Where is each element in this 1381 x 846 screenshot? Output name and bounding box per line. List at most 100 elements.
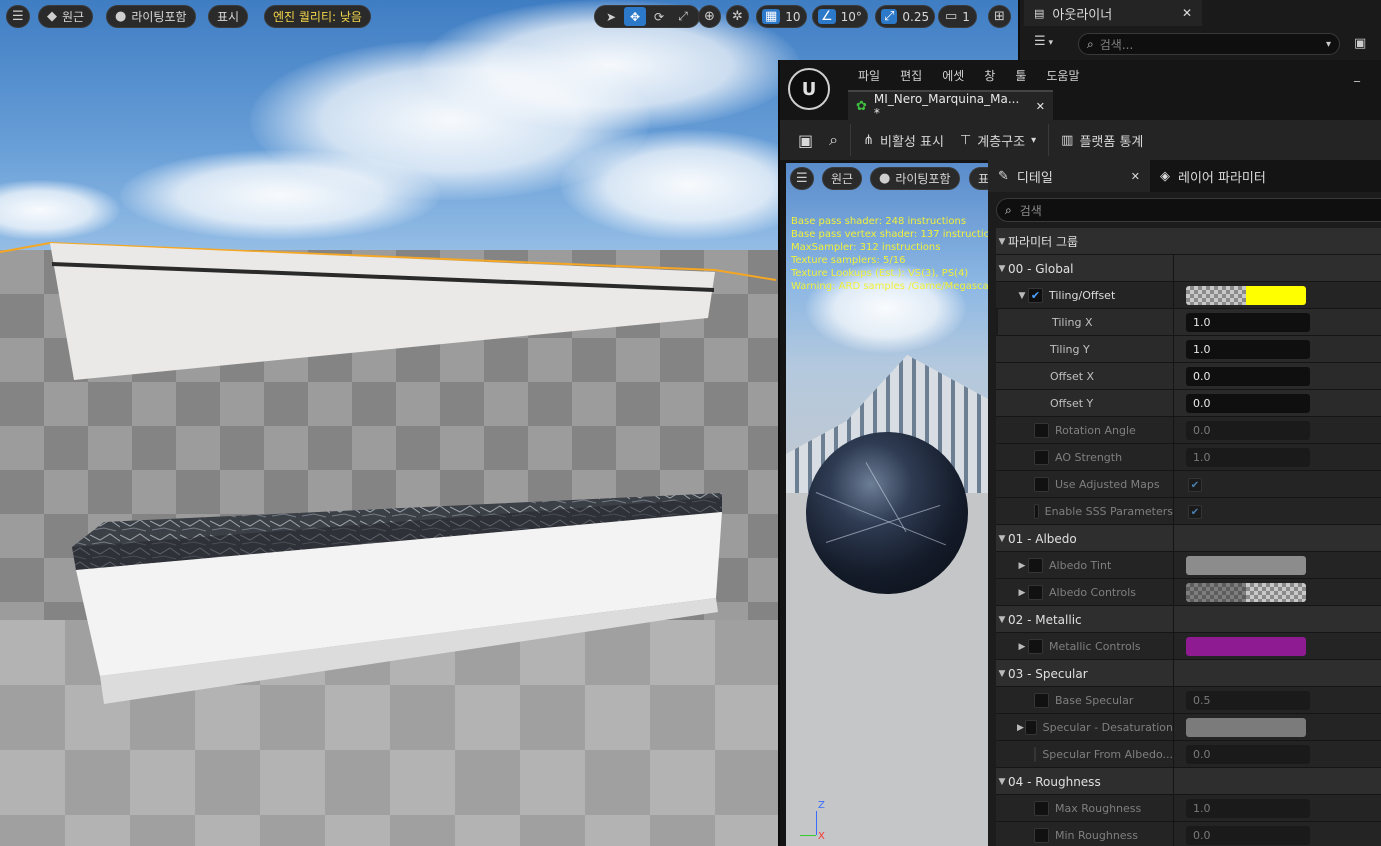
material-preview-viewport[interactable]: Base pass shader: 248 instructions Base … bbox=[786, 163, 988, 846]
group-global[interactable]: ▼ 00 - Global bbox=[996, 255, 1381, 282]
minimize-icon[interactable]: _ bbox=[1354, 68, 1360, 82]
close-icon[interactable]: ✕ bbox=[1036, 100, 1045, 113]
chevron-right-icon[interactable]: ▶ bbox=[1016, 642, 1028, 652]
override-checkbox[interactable] bbox=[1034, 504, 1039, 519]
override-checkbox[interactable] bbox=[1034, 801, 1049, 816]
move-tool-icon[interactable]: ✥ bbox=[624, 7, 646, 26]
engine-quality-button[interactable]: 엔진 퀄리티: 낮음 bbox=[264, 5, 371, 28]
override-checkbox[interactable] bbox=[1028, 585, 1043, 600]
outliner-tab[interactable]: ▤ 아웃라이너 ✕ bbox=[1024, 0, 1202, 26]
outliner-icon: ▤ bbox=[1034, 6, 1045, 20]
browse-button[interactable]: ⌕ bbox=[821, 120, 846, 160]
close-icon[interactable]: ✕ bbox=[1131, 170, 1140, 183]
preview-perspective-button[interactable]: 원근 bbox=[822, 167, 863, 190]
outliner-search-input[interactable]: 검색... bbox=[1100, 36, 1134, 53]
chevron-down-icon: ▼ bbox=[998, 533, 1006, 544]
chevron-down-icon[interactable]: ▼ bbox=[1016, 291, 1028, 301]
rotation-snap-button[interactable]: ∠ 10° bbox=[812, 5, 868, 28]
close-icon[interactable]: ✕ bbox=[1182, 6, 1192, 20]
override-checkbox[interactable] bbox=[1028, 639, 1043, 654]
document-tab[interactable]: ✿ MI_Nero_Marquina_Ma... * ✕ bbox=[848, 90, 1053, 120]
chevron-right-icon[interactable]: ▶ bbox=[1016, 561, 1028, 571]
show-button[interactable]: 표시 bbox=[208, 5, 249, 28]
ao-strength-input[interactable]: 1.0 bbox=[1186, 448, 1310, 467]
min-roughness-input[interactable]: 0.0 bbox=[1186, 826, 1310, 845]
param-use-adjusted-maps: Use Adjusted Maps ✔ bbox=[996, 471, 1381, 498]
override-checkbox[interactable] bbox=[1024, 720, 1037, 735]
albedo-controls-swatch[interactable] bbox=[1186, 583, 1306, 602]
override-checkbox[interactable] bbox=[1028, 558, 1043, 573]
tiling-offset-swatch[interactable] bbox=[1186, 286, 1306, 305]
viewport-layout-button[interactable]: ⊞ bbox=[988, 5, 1011, 28]
editor-toolbar: ▣ ⌕ ⋔ 비활성 표시 ⊤ 계층구조 ▾ ▥ 플랫폼 통계 bbox=[780, 120, 1381, 160]
chevron-down-icon: ▾ bbox=[1045, 38, 1054, 48]
chevron-down-icon: ▾ bbox=[1031, 134, 1037, 146]
surface-snap-button[interactable]: ✲ bbox=[726, 5, 749, 28]
menu-window[interactable]: 창 bbox=[974, 67, 1005, 84]
material-instance-icon: ✿ bbox=[856, 98, 867, 114]
specular-desaturation-swatch[interactable] bbox=[1186, 718, 1306, 737]
rotation-angle-input[interactable]: 0.0 bbox=[1186, 421, 1310, 440]
group-roughness[interactable]: ▼ 04 - Roughness bbox=[996, 768, 1381, 795]
preview-show-button[interactable]: 표 bbox=[969, 167, 988, 190]
menu-asset[interactable]: 에셋 bbox=[932, 67, 974, 84]
details-search-input[interactable]: 검색 bbox=[1020, 202, 1042, 219]
tab-layer-parameters[interactable]: ◈ 레이어 파라미터 bbox=[1150, 160, 1276, 192]
override-checkbox[interactable] bbox=[1034, 477, 1049, 492]
menu-file[interactable]: 파일 bbox=[848, 67, 890, 84]
toolbar-separator bbox=[850, 124, 852, 156]
chevron-down-icon: ▼ bbox=[998, 263, 1006, 274]
rotate-tool-icon[interactable]: ⟳ bbox=[648, 7, 670, 26]
albedo-tint-swatch[interactable] bbox=[1186, 556, 1306, 575]
add-folder-icon[interactable]: ▣ bbox=[1354, 36, 1366, 51]
upper-cabinet[interactable] bbox=[50, 243, 715, 380]
lighting-mode-button[interactable]: ● 라이팅포함 bbox=[106, 5, 196, 28]
search-icon: ⌕ bbox=[1087, 36, 1094, 51]
tiling-x-input[interactable]: 1.0 bbox=[1186, 313, 1310, 332]
menu-edit[interactable]: 편집 bbox=[890, 67, 932, 84]
perspective-button[interactable]: ◆ 원근 bbox=[38, 5, 94, 28]
value-checkbox[interactable]: ✔ bbox=[1188, 505, 1202, 519]
offset-x-input[interactable]: 0.0 bbox=[1186, 367, 1310, 386]
details-search-box[interactable]: ⌕ 검색 bbox=[996, 198, 1381, 222]
parameter-groups-header[interactable]: ▼ 파라미터 그룹 bbox=[996, 228, 1381, 255]
grid-snap-button[interactable]: ▦ 10 bbox=[756, 5, 807, 28]
chevron-right-icon[interactable]: ▶ bbox=[1016, 723, 1025, 733]
select-tool-icon[interactable]: ➤ bbox=[600, 7, 622, 26]
override-checkbox[interactable] bbox=[1034, 423, 1049, 438]
outliner-filter-button[interactable]: ☰ ▾ bbox=[1034, 34, 1053, 49]
tiling-y-input[interactable]: 1.0 bbox=[1186, 340, 1310, 359]
override-checkbox[interactable] bbox=[1034, 828, 1049, 843]
param-max-roughness: Max Roughness 1.0 bbox=[996, 795, 1381, 822]
world-local-button[interactable]: ⊕ bbox=[698, 5, 721, 28]
override-checkbox[interactable] bbox=[1034, 450, 1049, 465]
tab-details[interactable]: ✎ 디테일 ✕ bbox=[988, 160, 1150, 192]
scale-snap-button[interactable]: ⤢ 0.25 bbox=[875, 5, 936, 28]
offset-y-input[interactable]: 0.0 bbox=[1186, 394, 1310, 413]
max-roughness-input[interactable]: 1.0 bbox=[1186, 799, 1310, 818]
save-button[interactable]: ▣ bbox=[780, 120, 821, 160]
outliner-search-box[interactable]: ⌕ 검색... ▾ bbox=[1078, 33, 1340, 55]
menu-help[interactable]: 도움말 bbox=[1036, 67, 1089, 84]
axis-x-label: X bbox=[818, 831, 825, 842]
specular-from-albedo-input[interactable]: 0.0 bbox=[1186, 745, 1310, 764]
base-specular-input[interactable]: 0.5 bbox=[1186, 691, 1310, 710]
preview-menu-button[interactable]: ☰ bbox=[790, 167, 814, 190]
override-checkbox[interactable] bbox=[1034, 747, 1037, 762]
hierarchy-button[interactable]: ⊤ 계층구조 ▾ bbox=[952, 120, 1044, 160]
preview-lighting-button[interactable]: ● 라이팅포함 bbox=[870, 167, 960, 190]
chevron-right-icon[interactable]: ▶ bbox=[1016, 588, 1028, 598]
hide-inactive-button[interactable]: ⋔ 비활성 표시 bbox=[855, 120, 952, 160]
group-albedo[interactable]: ▼ 01 - Albedo bbox=[996, 525, 1381, 552]
menu-tools[interactable]: 툴 bbox=[1005, 67, 1036, 84]
group-metallic[interactable]: ▼ 02 - Metallic bbox=[996, 606, 1381, 633]
group-specular[interactable]: ▼ 03 - Specular bbox=[996, 660, 1381, 687]
camera-speed-button[interactable]: ▭ 1 bbox=[938, 5, 977, 28]
override-checkbox[interactable]: ✔ bbox=[1028, 288, 1043, 303]
viewport-menu-button[interactable]: ☰ bbox=[6, 5, 30, 28]
metallic-controls-swatch[interactable] bbox=[1186, 637, 1306, 656]
scale-tool-icon[interactable]: ⤢ bbox=[672, 7, 694, 26]
override-checkbox[interactable] bbox=[1034, 693, 1049, 708]
platform-stats-button[interactable]: ▥ 플랫폼 통계 bbox=[1053, 120, 1151, 160]
value-checkbox[interactable]: ✔ bbox=[1188, 478, 1202, 492]
